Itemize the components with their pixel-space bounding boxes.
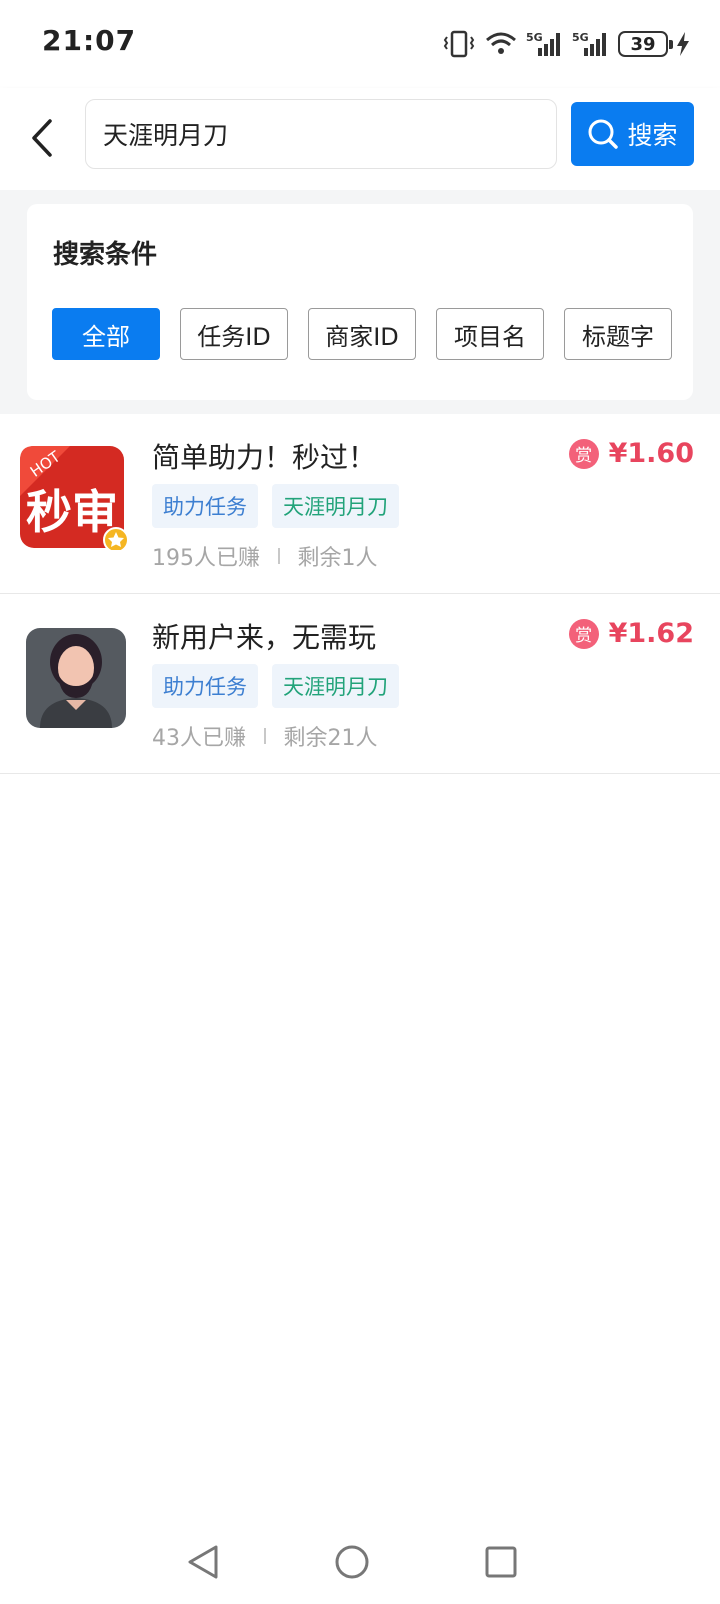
price-amount: ¥1.62 bbox=[608, 618, 694, 649]
search-header: 搜索 bbox=[0, 88, 720, 190]
search-button-label: 搜索 bbox=[627, 121, 678, 150]
task-earned: 43人已赚 bbox=[152, 726, 246, 751]
status-time: 21:07 bbox=[42, 24, 137, 57]
tag-game-name: 天涯明月刀 bbox=[272, 484, 399, 528]
circle-home-icon bbox=[335, 1545, 369, 1579]
charging-icon bbox=[677, 32, 689, 56]
filter-chips: 全部 任务ID 商家ID 项目名 标题字 bbox=[52, 308, 672, 360]
signal-5g-icon-2: 5G bbox=[572, 31, 606, 56]
filter-card: 搜索条件 全部 任务ID 商家ID 项目名 标题字 bbox=[27, 204, 693, 400]
status-bar: 21:07 5G 5G 39 bbox=[0, 0, 720, 88]
user-avatar-icon bbox=[26, 628, 126, 728]
task-item[interactable]: 新用户来，无需玩 助力任务 天涯明月刀 43人已赚 剩余21人 赏 ¥1.62 bbox=[0, 594, 720, 774]
triangle-back-icon bbox=[188, 1545, 218, 1579]
task-meta: 195人已赚 剩余1人 bbox=[152, 540, 378, 572]
nav-home-button[interactable] bbox=[322, 1538, 382, 1586]
chip-task-id[interactable]: 任务ID bbox=[180, 308, 288, 360]
search-icon bbox=[588, 119, 619, 149]
status-icons: 5G 5G 39 bbox=[442, 26, 690, 62]
chip-title-keyword[interactable]: 标题字 bbox=[564, 308, 672, 360]
vibrate-icon bbox=[443, 30, 475, 58]
search-input-wrapper bbox=[85, 99, 557, 169]
app-icon-text: 秒审 bbox=[26, 485, 118, 539]
price-amount: ¥1.60 bbox=[608, 438, 694, 469]
back-button[interactable] bbox=[14, 108, 70, 168]
chip-all[interactable]: 全部 bbox=[52, 308, 160, 360]
task-price: 赏 ¥1.60 bbox=[568, 438, 694, 469]
svg-text:5G: 5G bbox=[572, 31, 589, 44]
task-title: 新用户来，无需玩 bbox=[152, 621, 377, 654]
nav-back-button[interactable] bbox=[173, 1538, 233, 1586]
tag-task-type: 助力任务 bbox=[152, 484, 258, 528]
chip-project-name[interactable]: 项目名 bbox=[436, 308, 544, 360]
search-button[interactable]: 搜索 bbox=[571, 102, 694, 166]
wifi-icon bbox=[486, 32, 516, 54]
task-title: 简单助力！秒过！ bbox=[152, 441, 377, 474]
reward-badge: 赏 bbox=[568, 618, 599, 649]
chip-merchant-id[interactable]: 商家ID bbox=[308, 308, 416, 360]
chevron-left-icon bbox=[32, 119, 52, 157]
task-meta: 43人已赚 剩余21人 bbox=[152, 720, 378, 752]
task-item[interactable]: HOT 秒审 简单助力！秒过！ 助力任务 天涯明月刀 195人已赚 剩余1人 赏… bbox=[0, 414, 720, 594]
miaoshen-app-icon: HOT 秒审 bbox=[20, 446, 129, 550]
signal-5g-icon: 5G bbox=[526, 31, 560, 56]
tag-task-type: 助力任务 bbox=[152, 664, 258, 708]
meta-divider bbox=[278, 548, 280, 564]
system-nav-bar bbox=[0, 1520, 720, 1604]
task-price: 赏 ¥1.62 bbox=[568, 618, 694, 649]
task-list: HOT 秒审 简单助力！秒过！ 助力任务 天涯明月刀 195人已赚 剩余1人 赏… bbox=[0, 414, 720, 774]
search-input[interactable] bbox=[86, 100, 556, 168]
task-earned: 195人已赚 bbox=[152, 546, 260, 571]
battery-icon: 39 bbox=[618, 31, 673, 57]
filter-title: 搜索条件 bbox=[53, 240, 158, 270]
svg-text:5G: 5G bbox=[526, 31, 543, 44]
task-remaining: 剩余21人 bbox=[283, 726, 378, 751]
tag-game-name: 天涯明月刀 bbox=[272, 664, 399, 708]
meta-divider bbox=[264, 728, 266, 744]
task-remaining: 剩余1人 bbox=[297, 546, 378, 571]
battery-level: 39 bbox=[630, 33, 656, 55]
square-recents-icon bbox=[485, 1546, 517, 1578]
task-tags: 助力任务 天涯明月刀 bbox=[152, 484, 399, 528]
reward-badge: 赏 bbox=[568, 438, 599, 469]
nav-recents-button[interactable] bbox=[471, 1538, 531, 1586]
task-tags: 助力任务 天涯明月刀 bbox=[152, 664, 399, 708]
